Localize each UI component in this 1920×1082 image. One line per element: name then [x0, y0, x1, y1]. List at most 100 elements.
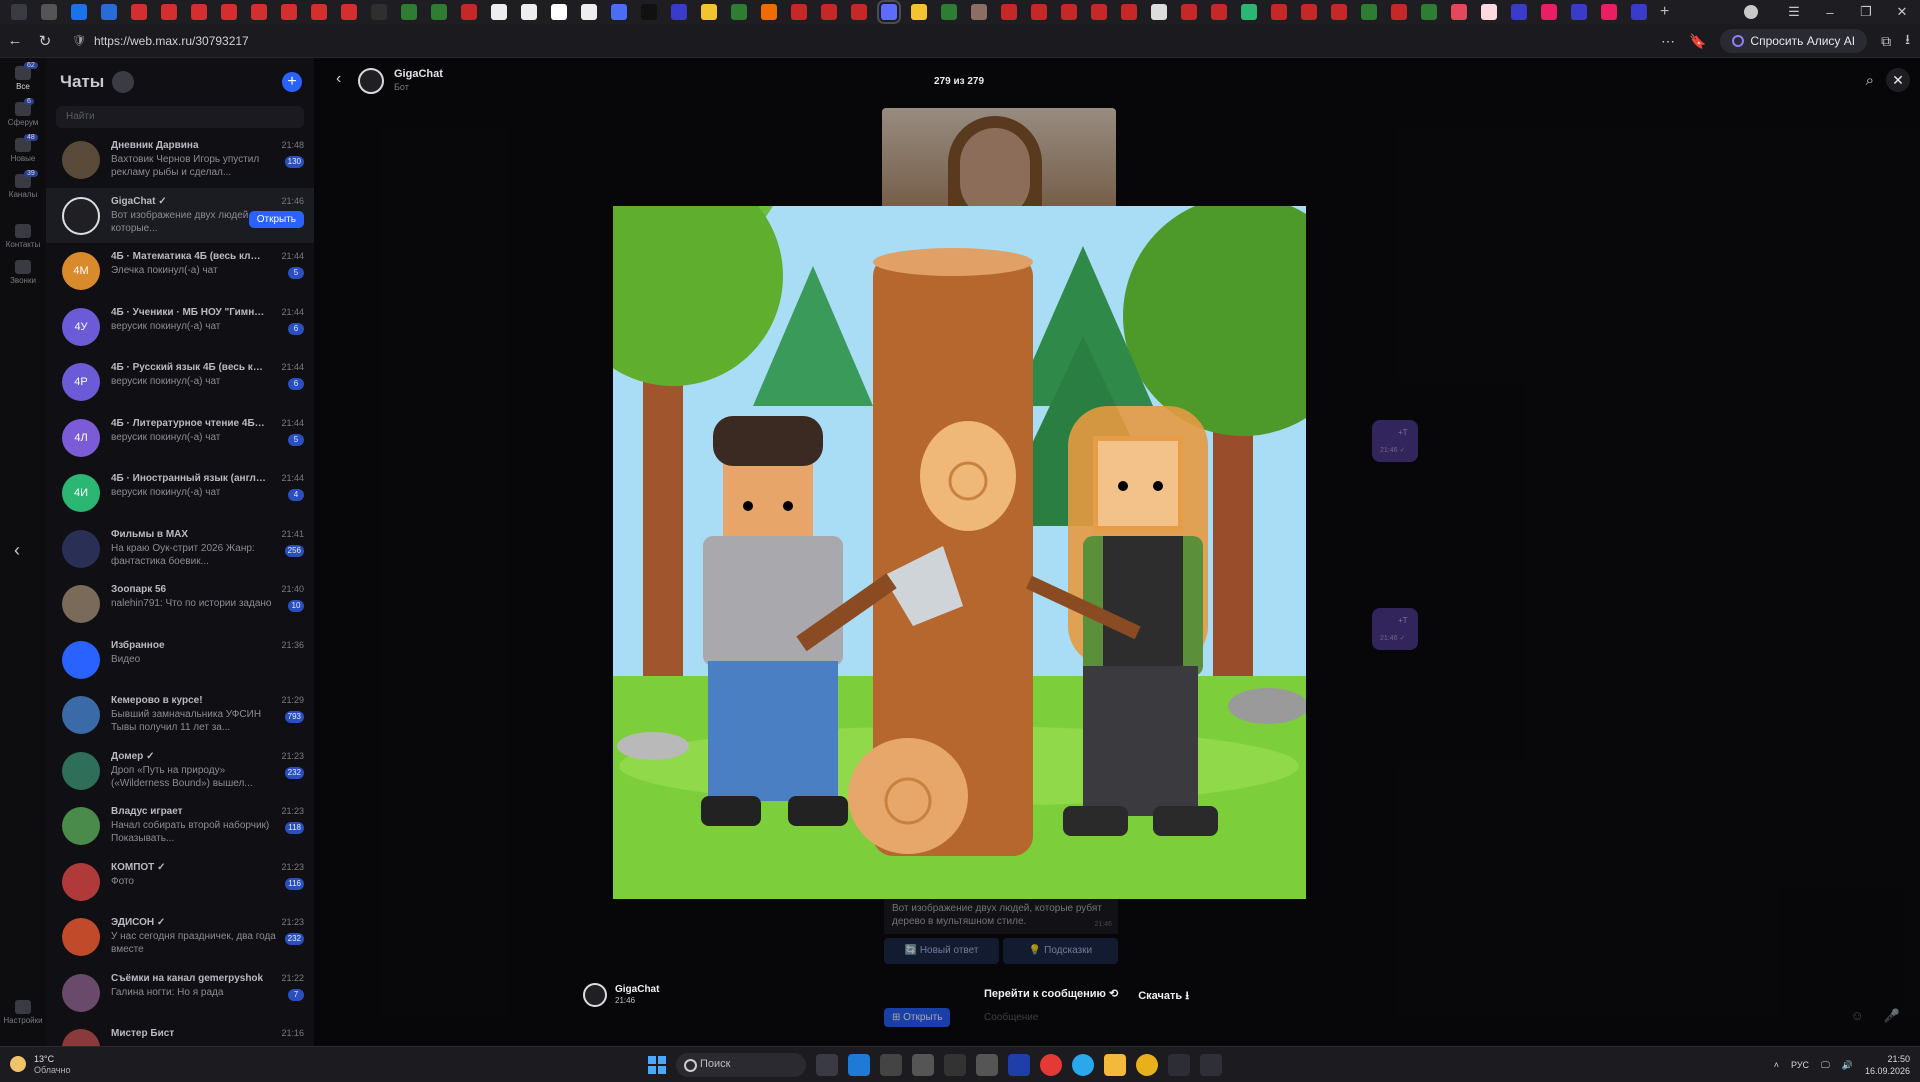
browser-tab[interactable] [851, 4, 867, 20]
volume-icon[interactable]: 🔊 [1842, 1060, 1853, 1071]
monitor-icon[interactable] [1008, 1054, 1030, 1076]
browser-tab[interactable] [821, 4, 837, 20]
chat-list-item[interactable]: GigaChat ✓ 21:46 Вот изображение двух люде… [46, 187, 314, 243]
browser-tab[interactable] [491, 4, 507, 20]
browser-tab[interactable] [701, 4, 717, 20]
browser-tab[interactable] [281, 4, 297, 20]
browser-tab[interactable] [1451, 4, 1467, 20]
chat-list-item[interactable]: 4Р 4Б · Русский язык 4Б (весь кла... 21:44… [46, 354, 314, 409]
browser-tab[interactable] [1181, 4, 1197, 20]
clipboard-icon[interactable] [912, 1054, 934, 1076]
browser-tab[interactable] [1361, 4, 1377, 20]
collections-icon[interactable]: ⧉ [1881, 33, 1891, 50]
browser-tab[interactable] [131, 4, 147, 20]
weather-widget[interactable]: 13°C Облачно [10, 1052, 100, 1078]
browser-tab[interactable] [611, 4, 627, 20]
chat-list-item[interactable]: 4У 4Б · Ученики · МБ НОУ "Гимназ... 21:44 в… [46, 299, 314, 354]
chat-list-item[interactable]: Избранное 21:36 Видео [46, 632, 314, 687]
browser-tab[interactable] [1601, 4, 1617, 20]
browser-tab[interactable] [461, 4, 477, 20]
terminal-icon[interactable] [944, 1054, 966, 1076]
telegram-icon[interactable] [1072, 1054, 1094, 1076]
browser-tab[interactable] [1631, 4, 1647, 20]
browser-tab[interactable] [641, 4, 657, 20]
settings-icon[interactable] [976, 1054, 998, 1076]
browser-tab[interactable] [791, 4, 807, 20]
close-window-icon[interactable]: ✕ [1884, 4, 1920, 20]
chat-list-item[interactable]: 4И 4Б · Иностранный язык (англи... 21:44 ве… [46, 465, 314, 520]
browser-tab[interactable] [311, 4, 327, 20]
new-tab-button[interactable]: + [1660, 3, 1669, 21]
clock[interactable]: 21:50 16.09.2026 [1865, 1053, 1910, 1077]
chat-list-item[interactable]: Съёмки на канал gemerpyshok 21:22 Галина н… [46, 965, 314, 1020]
profile-icon[interactable] [1744, 5, 1758, 19]
browser-tab[interactable] [1121, 4, 1137, 20]
browser-tab[interactable] [971, 4, 987, 20]
browser-tab[interactable] [191, 4, 207, 20]
nav-contacts[interactable]: Контакты [0, 224, 46, 249]
browser-tab[interactable] [1331, 4, 1347, 20]
language-indicator[interactable]: РУС [1791, 1060, 1809, 1070]
browser-tab[interactable] [1001, 4, 1017, 20]
browser-tab[interactable] [1151, 4, 1167, 20]
open-button[interactable]: Открыть [248, 210, 304, 228]
browser-tab[interactable] [341, 4, 357, 20]
browser-tab[interactable] [11, 4, 27, 20]
tray-expand-icon[interactable]: ˄ [1774, 1060, 1779, 1070]
browser-tab[interactable] [1391, 4, 1407, 20]
chat-list-item[interactable]: Дневник Дарвина 21:48 Вахтовик Чернов Игор… [46, 132, 314, 187]
browser-tab[interactable] [41, 4, 57, 20]
task-view-icon[interactable] [816, 1054, 838, 1076]
browser-tab[interactable] [371, 4, 387, 20]
chat-list-item[interactable]: Зоопарк 56 21:40 nalehin791: Что по истори… [46, 576, 314, 631]
max-icon[interactable] [1200, 1054, 1222, 1076]
minimize-icon[interactable]: – [1812, 5, 1848, 20]
search-input[interactable]: Найти [56, 106, 304, 128]
status-emoji-icon[interactable] [112, 71, 135, 93]
viewer-image[interactable] [613, 206, 1306, 899]
browser-tab[interactable] [761, 4, 777, 20]
nav-calls[interactable]: Звонки [0, 260, 46, 285]
browser-tab[interactable] [1271, 4, 1287, 20]
chat-list-item[interactable]: 4М 4Б · Математика 4Б (весь клас... 21:44 Э… [46, 243, 314, 298]
browser-tab[interactable] [161, 4, 177, 20]
bookmark-icon[interactable]: 🔖 [1689, 33, 1706, 50]
chat-list-item[interactable]: ЭДИСОН ✓ 21:23 У нас сегодня праздничек, д… [46, 909, 314, 964]
browser-tab[interactable] [1481, 4, 1497, 20]
chat-list-item[interactable]: Владус играет 21:23 Начал собирать второй … [46, 798, 314, 853]
network-icon[interactable]: 🖵 [1821, 1060, 1830, 1071]
taskbar-search[interactable]: Поиск [676, 1053, 806, 1077]
browser-tab[interactable] [551, 4, 567, 20]
restore-icon[interactable]: ❐ [1848, 4, 1884, 20]
browser-tab[interactable] [101, 4, 117, 20]
chrome-icon[interactable] [1136, 1054, 1158, 1076]
download-button[interactable]: Скачать ⭳ [1138, 987, 1189, 1006]
browser-tab[interactable] [431, 4, 447, 20]
download-icon[interactable]: ⭳ [1905, 29, 1910, 53]
browser-tab[interactable] [911, 4, 927, 20]
nav-new[interactable]: 48 Новые [0, 134, 46, 163]
nav-sferum[interactable]: 6 Сферум [0, 98, 46, 127]
menu-icon[interactable]: ☰ [1776, 4, 1812, 20]
back-icon[interactable]: ‹ [336, 70, 341, 88]
prev-image-icon[interactable]: ‹ [14, 540, 20, 561]
browser-tab[interactable] [1511, 4, 1527, 20]
browser-tab[interactable] [1211, 4, 1227, 20]
goto-message-button[interactable]: Перейти к сообщению ⟲ [984, 987, 1118, 1006]
yandex-browser-icon[interactable] [1040, 1054, 1062, 1076]
browser-tab[interactable] [1031, 4, 1047, 20]
browser-tab[interactable] [221, 4, 237, 20]
store-icon[interactable] [1168, 1054, 1190, 1076]
browser-tab[interactable] [71, 4, 87, 20]
chat-list-item[interactable]: 4Л 4Б · Литературное чтение 4Б (в... 21:44… [46, 410, 314, 465]
browser-tab[interactable] [1091, 4, 1107, 20]
alice-button[interactable]: Спросить Алису AI [1720, 29, 1868, 53]
snipping-icon[interactable] [880, 1054, 902, 1076]
nav-all[interactable]: 62 Все [0, 62, 46, 91]
chat-list-item[interactable]: Домер ✓ 21:23 Дроп «Путь на природу» («Wil… [46, 743, 314, 798]
browser-tab[interactable] [1061, 4, 1077, 20]
more-icon[interactable]: ⋯ [1661, 33, 1675, 50]
back-icon[interactable]: ← [0, 32, 30, 49]
browser-tab[interactable] [1541, 4, 1557, 20]
new-chat-button[interactable]: + [282, 72, 302, 92]
